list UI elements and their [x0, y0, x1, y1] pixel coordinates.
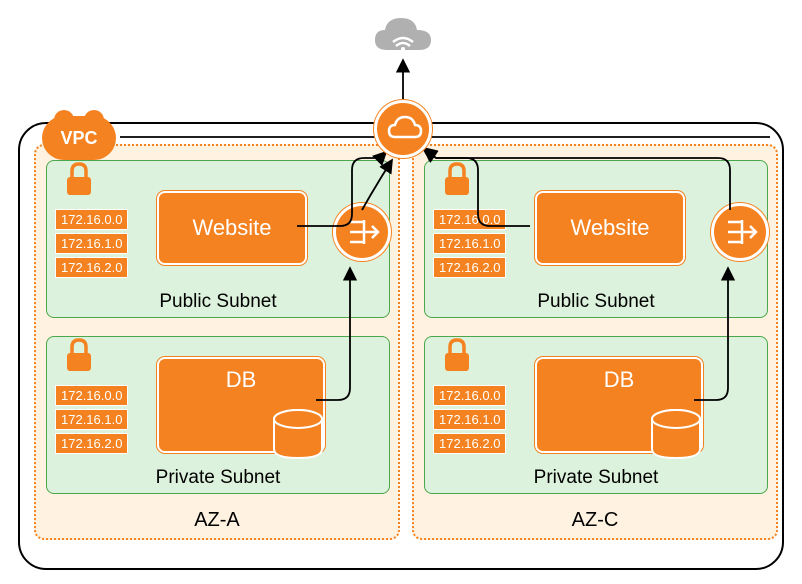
az-label: AZ-C	[414, 509, 776, 532]
cidr-block: 172.16.1.0	[433, 233, 506, 254]
cidr-block: 172.16.0.0	[55, 209, 128, 230]
cidr-block: 172.16.1.0	[55, 233, 128, 254]
availability-zone-a: 172.16.0.0 172.16.1.0 172.16.2.0 Website	[34, 144, 400, 540]
website-service: Website	[535, 191, 685, 265]
az-label: AZ-A	[36, 509, 398, 532]
cidr-list: 172.16.0.0 172.16.1.0 172.16.2.0	[433, 209, 506, 278]
cidr-block: 172.16.1.0	[55, 409, 128, 430]
cidr-block: 172.16.0.0	[433, 209, 506, 230]
private-subnet-c: 172.16.0.0 172.16.1.0 172.16.2.0 DB Priv…	[424, 336, 768, 494]
cidr-block: 172.16.1.0	[433, 409, 506, 430]
cidr-list: 172.16.0.0 172.16.1.0 172.16.2.0	[55, 385, 128, 454]
service-label: Website	[192, 215, 271, 241]
database-icon	[269, 409, 327, 461]
database-icon	[647, 409, 705, 461]
vpc-badge: VPC	[42, 116, 116, 160]
cidr-block: 172.16.2.0	[55, 433, 128, 454]
lock-icon	[61, 335, 97, 375]
cidr-list: 172.16.0.0 172.16.1.0 172.16.2.0	[433, 385, 506, 454]
nat-gateway-icon	[333, 203, 391, 261]
website-service: Website	[157, 191, 307, 265]
vpc-container: 172.16.0.0 172.16.1.0 172.16.2.0 Website	[18, 122, 784, 570]
subnet-label: Private Subnet	[425, 467, 767, 489]
cidr-block: 172.16.2.0	[433, 257, 506, 278]
cidr-block: 172.16.2.0	[55, 257, 128, 278]
service-label: DB	[604, 367, 635, 393]
vpc-label: VPC	[60, 128, 97, 149]
lock-icon	[61, 159, 97, 199]
service-label: Website	[570, 215, 649, 241]
subnet-label: Private Subnet	[47, 467, 389, 489]
diagram-canvas: 172.16.0.0 172.16.1.0 172.16.2.0 Website	[0, 0, 802, 584]
cidr-block: 172.16.2.0	[433, 433, 506, 454]
cidr-list: 172.16.0.0 172.16.1.0 172.16.2.0	[55, 209, 128, 278]
database-service: DB	[535, 357, 703, 453]
subnet-label: Public Subnet	[47, 291, 389, 313]
nat-gateway-icon	[711, 203, 769, 261]
private-subnet-a: 172.16.0.0 172.16.1.0 172.16.2.0 DB Priv…	[46, 336, 390, 494]
internet-cloud-icon	[367, 8, 439, 62]
cidr-block: 172.16.0.0	[433, 385, 506, 406]
lock-icon	[439, 159, 475, 199]
database-service: DB	[157, 357, 325, 453]
public-subnet-c: 172.16.0.0 172.16.1.0 172.16.2.0 Website	[424, 160, 768, 318]
service-label: DB	[226, 367, 257, 393]
subnet-label: Public Subnet	[425, 291, 767, 313]
lock-icon	[439, 335, 475, 375]
cidr-block: 172.16.0.0	[55, 385, 128, 406]
public-subnet-a: 172.16.0.0 172.16.1.0 172.16.2.0 Website	[46, 160, 390, 318]
availability-zone-c: 172.16.0.0 172.16.1.0 172.16.2.0 Website	[412, 144, 778, 540]
internet-gateway-icon	[374, 100, 432, 158]
